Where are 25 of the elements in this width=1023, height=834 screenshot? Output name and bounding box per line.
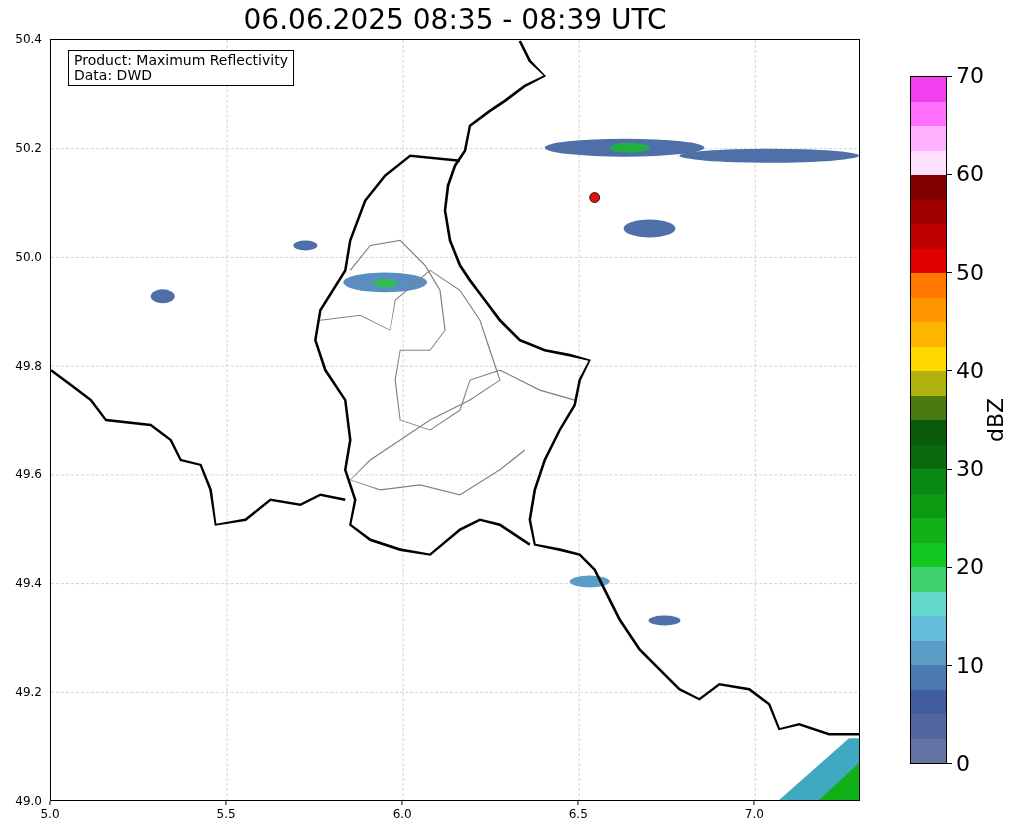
y-tick-label: 50.4 <box>15 32 43 46</box>
colorbar-label: dBZ <box>983 397 1010 443</box>
chart-title: 06.06.2025 08:35 - 08:39 UTC <box>243 2 667 38</box>
colorbar-tick-label: 20 <box>955 554 984 581</box>
y-tick-label: 49.4 <box>15 576 43 591</box>
x-tick-label: 5.5 <box>216 807 236 821</box>
colorbar-tick-label: 40 <box>955 357 984 384</box>
colorbar-tick-label: 70 <box>955 63 984 89</box>
y-tick-label: 50.0 <box>15 249 43 264</box>
colorbar-tick-label: 30 <box>955 456 984 483</box>
info-text: Data: DWD <box>74 68 153 83</box>
y-tick-label: 49.2 <box>15 685 43 700</box>
colorbar-tick-label: 50 <box>955 259 984 286</box>
y-tick-label: 49.8 <box>15 358 43 373</box>
x-tick-label: 7.0 <box>744 807 764 821</box>
colorbar-tick-label: 10 <box>955 652 984 679</box>
y-tick-label: 50.2 <box>15 140 43 155</box>
y-tick-label: 49.6 <box>15 467 43 482</box>
colorbar-tick-label: 0 <box>955 750 970 777</box>
x-tick-label: 6.5 <box>568 807 588 821</box>
info-text: Product: Maximum Reflectivity <box>74 53 288 68</box>
x-tick-label: 6.0 <box>392 807 412 821</box>
y-tick-label: 49.0 <box>15 793 43 808</box>
x-tick-label: 5.0 <box>40 807 60 821</box>
colorbar-tick-label: 60 <box>955 161 984 188</box>
